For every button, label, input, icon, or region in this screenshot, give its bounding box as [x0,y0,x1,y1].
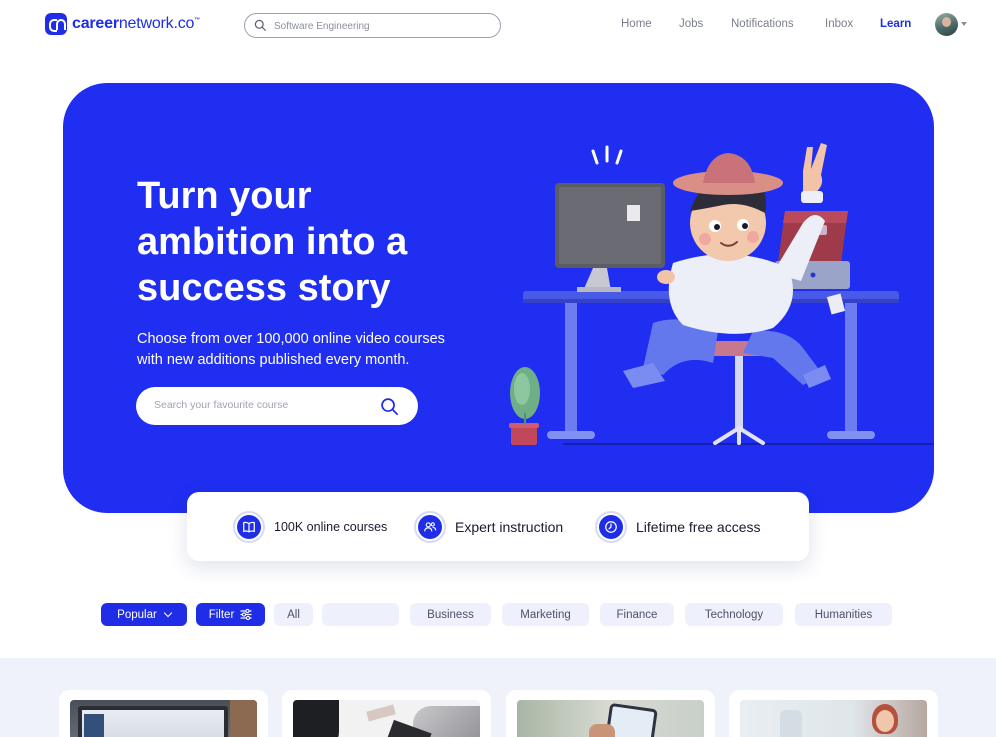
course-thumbnail [70,700,257,737]
hero-subtitle-line: with new additions published every month… [137,352,410,368]
nav-inbox[interactable]: Inbox [825,18,853,30]
feature-icon-ring [595,511,627,543]
hero-title-line: ambition into a [137,221,408,263]
hero-illustration [509,143,934,445]
category-chip-blank[interactable] [322,603,399,626]
course-card[interactable] [59,690,268,737]
main-nav: Home Jobs Notifications Inbox Learn [0,18,996,34]
features-card: 100K online courses Expert instruction L… [187,492,809,561]
book-icon [243,521,255,533]
hero-title-line: Turn your [137,175,312,217]
hero-subtitle: Choose from over 100,000 online video co… [137,329,497,371]
sliders-icon [240,609,252,620]
course-thumbnail [293,700,480,737]
chevron-down-icon [163,608,173,618]
category-chip-finance[interactable]: Finance [600,603,674,626]
course-card[interactable] [506,690,715,737]
course-thumbnail [740,700,927,737]
caret-down-icon[interactable] [961,22,967,26]
feature-label: Lifetime free access [636,519,761,535]
user-avatar[interactable] [935,13,958,36]
filter-label: Filter [208,608,235,621]
filter-button[interactable]: Filter [196,603,265,626]
category-chip-all[interactable]: All [274,603,313,626]
monitor-icon [555,145,665,292]
nav-notifications[interactable]: Notifications [731,18,794,30]
hero-title-line: success story [137,267,391,309]
course-search-input[interactable] [154,399,364,411]
nav-home[interactable]: Home [621,18,652,30]
course-card[interactable] [282,690,491,737]
sort-dropdown-button[interactable]: Popular [101,603,187,626]
top-navbar: careernetwork.co™ Home Jobs Notification… [0,0,996,52]
sort-label: Popular [117,608,157,621]
feature-instruction: Expert instruction [414,511,563,543]
hero-subtitle-line: Choose from over 100,000 online video co… [137,331,445,347]
feature-label: 100K online courses [274,520,388,534]
feature-access: Lifetime free access [595,511,761,543]
hero-title: Turn your ambition into a success story [137,173,517,311]
feature-courses: 100K online courses [233,511,387,543]
users-icon [424,522,437,532]
category-filter-bar: Popular Filter All Business Marketing Fi… [0,603,996,627]
feature-icon-ring [414,511,446,543]
course-card[interactable] [729,690,938,737]
feature-label: Expert instruction [455,519,564,535]
hero-banner: Turn your ambition into a success story … [63,83,934,513]
category-chip-marketing[interactable]: Marketing [502,603,589,626]
feature-icon-ring [233,511,265,543]
search-icon[interactable] [380,397,399,416]
course-thumbnail [517,700,704,737]
plant-icon [509,367,540,445]
nav-learn[interactable]: Learn [880,18,911,30]
category-chip-technology[interactable]: Technology [685,603,783,626]
category-chip-humanities[interactable]: Humanities [795,603,892,626]
nav-jobs[interactable]: Jobs [679,18,703,30]
course-search-box[interactable] [136,387,418,425]
category-chip-business[interactable]: Business [410,603,491,626]
chair-icon [708,341,770,445]
clock-icon [605,521,617,533]
